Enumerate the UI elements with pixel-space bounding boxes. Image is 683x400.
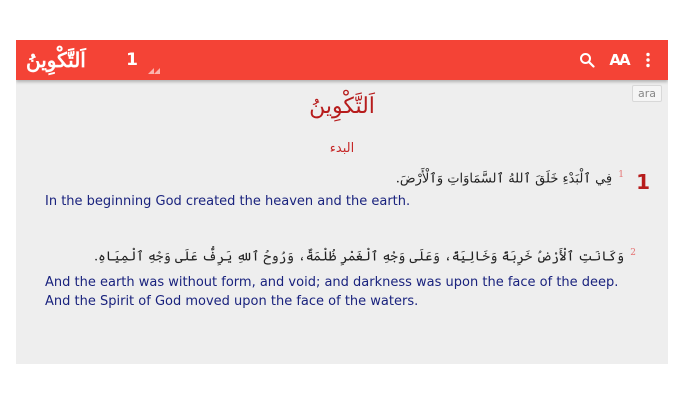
verse-arabic[interactable]: 1 فِي ٱلْبَدْءِ خَلَقَ ٱللهُ ٱلسَّمَاوَا…	[396, 170, 624, 186]
book-selector-label: اَلتَّكْوِينُ	[26, 48, 86, 72]
search-button[interactable]	[575, 48, 599, 72]
verse-english[interactable]: In the beginning God created the heaven …	[45, 192, 410, 211]
toolbar: اَلتَّكْوِينُ 1 AA	[16, 40, 668, 80]
more-vertical-icon	[646, 52, 650, 68]
verse-number: 2	[630, 248, 636, 258]
verse-english-line: And the Spirit of God moved upon the fac…	[45, 294, 419, 309]
overflow-menu-button[interactable]	[636, 48, 660, 72]
verse-arabic-text: وَكَانَتِ ٱلْأَرْضُ خَرِبَةً وَخَالِيَةً…	[94, 249, 625, 265]
chapter-selector-label: 1	[126, 50, 138, 70]
book-title: اَلتَّكْوِينُ	[309, 94, 375, 119]
dropdown-corner-icon	[148, 68, 154, 74]
verse-english-line: And the earth was without form, and void…	[45, 275, 619, 290]
section-heading: البدء	[329, 141, 355, 156]
verse-english-line: In the beginning God created the heaven …	[45, 194, 411, 209]
verse-arabic[interactable]: 2 وَكَانَتِ ٱلْأَرْضُ خَرِبَةً وَخَالِيَ…	[94, 248, 636, 264]
text-size-icon: AA	[609, 51, 630, 69]
text-size-button[interactable]: AA	[607, 48, 631, 72]
verse-english[interactable]: And the earth was without form, and void…	[45, 273, 618, 311]
chapter-number: 1	[636, 170, 650, 194]
verse-arabic-text: فِي ٱلْبَدْءِ خَلَقَ ٱللهُ ٱلسَّمَاوَاتِ…	[395, 171, 613, 187]
chapter-selector-button[interactable]: 1	[108, 43, 156, 77]
bible-reader-app: اَلتَّكْوِينُ 1 AA ara اَلتَّكْوِينُ الب…	[16, 40, 668, 364]
search-icon	[580, 53, 595, 68]
verse-number: 1	[618, 170, 624, 180]
